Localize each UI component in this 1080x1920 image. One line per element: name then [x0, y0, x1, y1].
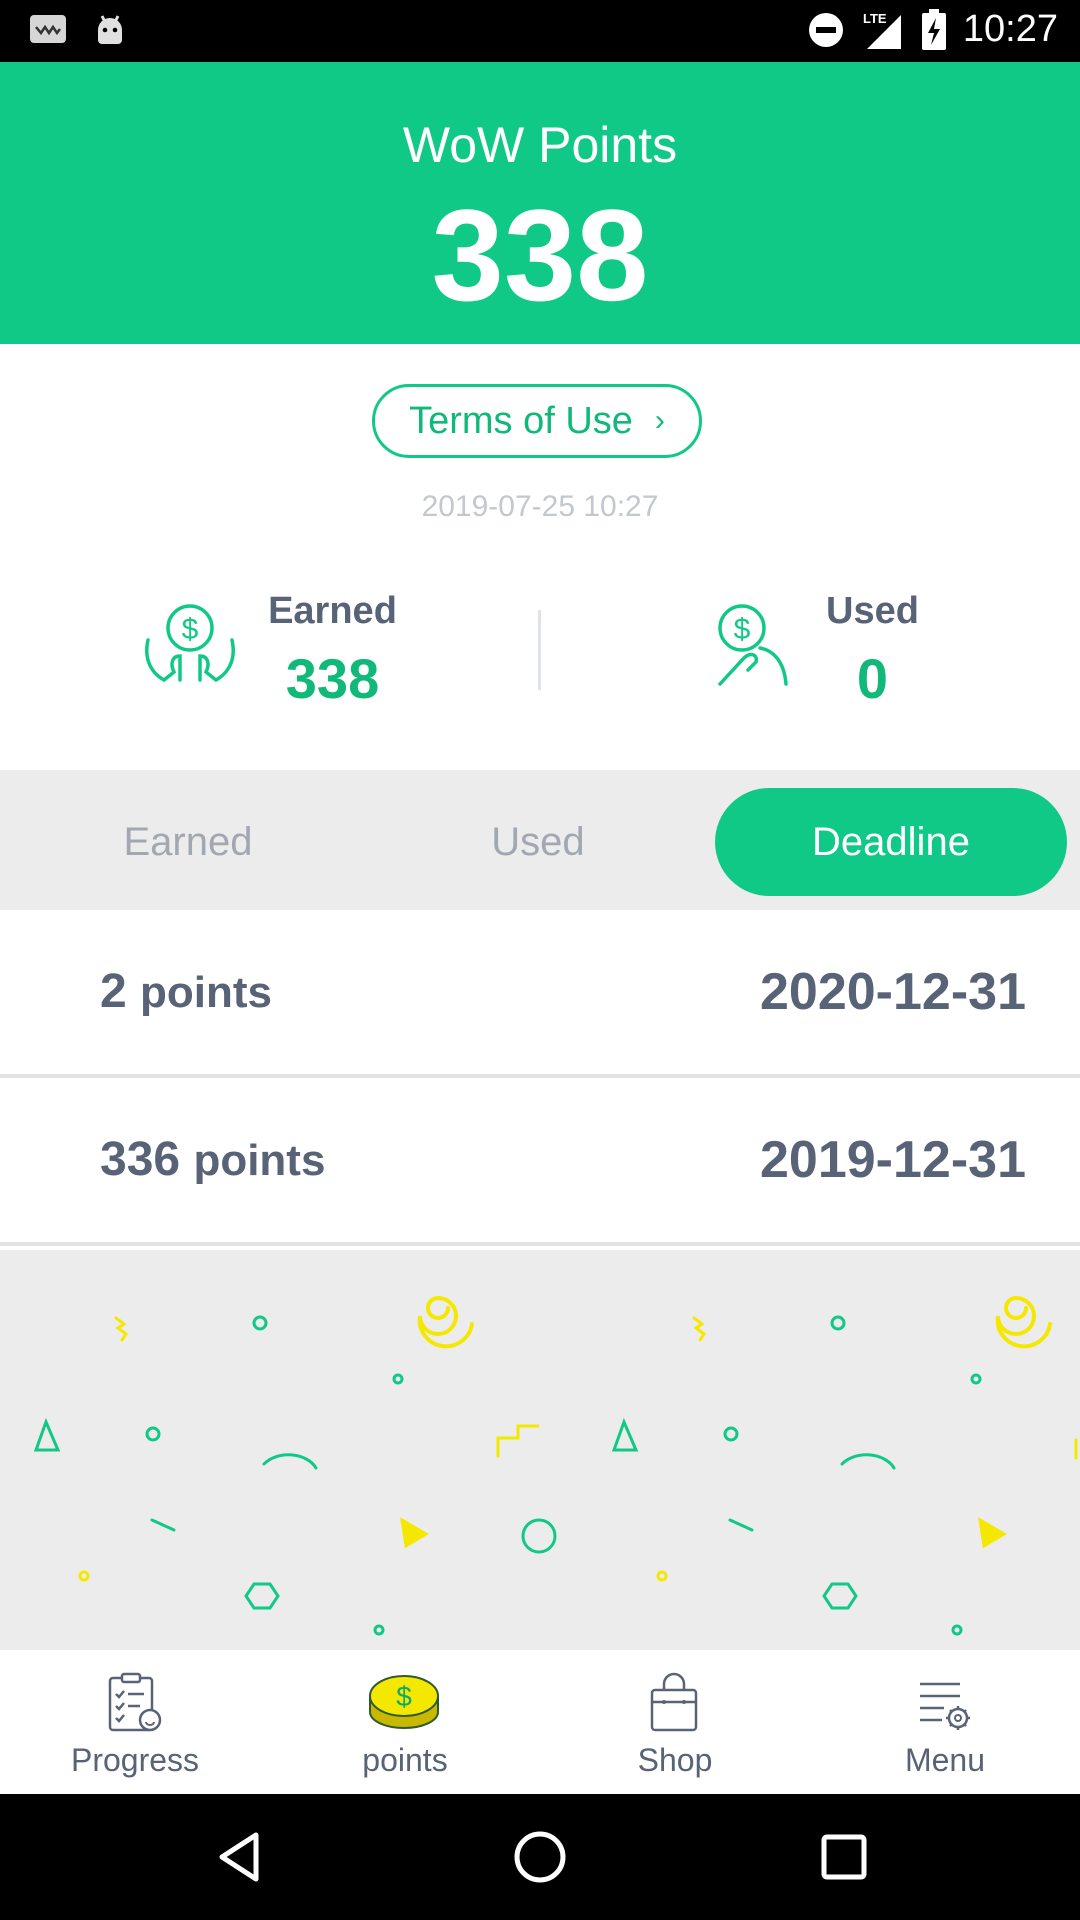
terms-of-use-label: Terms of Use — [409, 399, 633, 442]
nav-points[interactable]: $ points — [270, 1650, 540, 1794]
tab-deadline[interactable]: Deadline — [715, 788, 1067, 896]
summary-divider — [538, 610, 541, 690]
nav-progress-label: Progress — [70, 1742, 200, 1778]
nav-shop-label: Shop — [637, 1742, 713, 1778]
expiry-date: 2020-12-31 — [760, 963, 1026, 1021]
hands-holding-coin-icon: $ — [145, 604, 235, 683]
page-title: WoW Points — [402, 117, 678, 173]
system-navigation-bar — [0, 1794, 1080, 1920]
svg-text:$: $ — [396, 1681, 412, 1712]
battery-charging-icon — [921, 8, 946, 50]
used-summary-value: 0 — [856, 647, 889, 710]
points-header: WoW Points 338 — [0, 62, 1080, 344]
lte-signal-icon: LTE — [863, 11, 901, 49]
points-amount: 336 points — [100, 1132, 325, 1187]
total-points: 338 — [431, 182, 649, 328]
points-unit: points — [193, 1136, 326, 1185]
expiry-date: 2019-12-31 — [760, 1131, 1026, 1189]
points-value: 2 — [100, 965, 127, 1018]
checklist-icon — [108, 1672, 162, 1732]
nav-points-label: points — [362, 1742, 448, 1778]
confetti-decoration — [0, 1250, 1080, 1650]
recent-apps-icon[interactable] — [814, 1827, 874, 1887]
svg-text:LTE: LTE — [863, 11, 887, 26]
bottom-navigation: Progress $ points Shop Menu — [0, 1650, 1080, 1794]
notification-app-icon — [30, 15, 66, 43]
menu-settings-icon — [920, 1682, 970, 1730]
coin-icon: $ — [369, 1675, 439, 1729]
home-icon[interactable] — [510, 1827, 570, 1887]
hand-giving-coin-icon: $ — [718, 604, 788, 686]
points-unit: points — [140, 968, 273, 1017]
list-item: 2 points 2020-12-31 — [0, 910, 1080, 1078]
svg-text:$: $ — [182, 613, 199, 646]
updated-timestamp: 2019-07-25 10:27 — [421, 490, 659, 523]
svg-text:$: $ — [734, 613, 751, 646]
points-value: 336 — [100, 1133, 181, 1186]
tab-earned[interactable]: Earned — [12, 788, 364, 896]
nav-progress[interactable]: Progress — [0, 1650, 270, 1794]
list-item: 336 points 2019-12-31 — [0, 1078, 1080, 1246]
points-amount: 2 points — [100, 964, 272, 1019]
earned-summary-value: 338 — [285, 647, 380, 710]
history-tabs: Earned Used Deadline — [0, 770, 1080, 910]
terms-of-use-button[interactable]: Terms of Use › — [372, 384, 702, 458]
nav-menu[interactable]: Menu — [810, 1650, 1080, 1794]
tab-used[interactable]: Used — [362, 788, 714, 896]
nav-menu-label: Menu — [904, 1742, 986, 1778]
nav-shop[interactable]: Shop — [540, 1650, 810, 1794]
back-icon[interactable] — [210, 1827, 270, 1887]
status-bar: LTE 10:27 — [0, 0, 1080, 62]
android-icon — [98, 15, 122, 44]
used-summary-label: Used — [826, 590, 919, 632]
earned-summary-label: Earned — [268, 590, 397, 632]
clock: 10:27 — [962, 8, 1058, 50]
chevron-right-icon: › — [654, 404, 665, 437]
do-not-disturb-icon — [808, 12, 843, 47]
shopping-bag-icon — [650, 1672, 698, 1732]
